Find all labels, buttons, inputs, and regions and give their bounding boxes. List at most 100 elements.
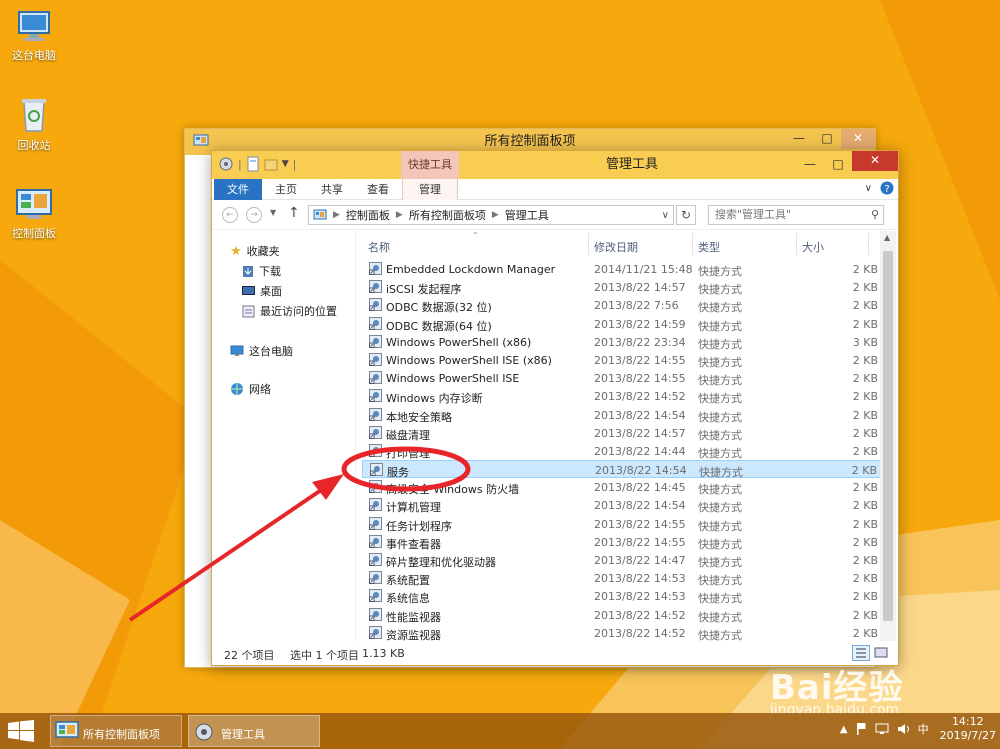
scroll-up-icon[interactable]: ▲ (884, 233, 890, 242)
table-row[interactable]: iSCSI 发起程序 2013/8/22 14:57 快捷方式 2 KB (362, 278, 882, 296)
nav-item-recent-places[interactable]: 最近访问的位置 (242, 303, 337, 319)
taskbar-button-control-panel[interactable]: 所有控制面板项 (50, 715, 182, 747)
nav-favorites[interactable]: ★ 收藏夹 (230, 243, 280, 259)
minimize-button[interactable]: — (785, 129, 813, 149)
minimize-button[interactable]: — (796, 155, 824, 175)
properties-icon[interactable] (246, 156, 260, 172)
action-center-flag-icon[interactable] (855, 722, 867, 736)
status-item-count: 22 个项目 (224, 649, 275, 662)
tab-home[interactable]: 主页 (268, 179, 304, 200)
chevron-right-icon: ▶ (333, 210, 340, 220)
close-button[interactable]: ✕ (852, 151, 898, 171)
back-button[interactable]: ← (222, 207, 238, 223)
nav-item-label: 最近访问的位置 (260, 305, 337, 318)
breadcrumb-all-items[interactable]: 所有控制面板项 (409, 207, 486, 223)
explorer-window-admin-tools[interactable]: | ▼ | 快捷工具 管理工具 — □ ✕ 文件 主页 共享 查看 管理 ∨ ? (211, 150, 899, 666)
table-row[interactable]: 碎片整理和优化驱动器 2013/8/22 14:47 快捷方式 2 KB (362, 551, 882, 569)
table-row[interactable]: 性能监视器 2013/8/22 14:52 快捷方式 2 KB (362, 606, 882, 624)
desktop-icon-recycle-bin[interactable]: 回收站 (2, 96, 66, 153)
file-date: 2013/8/22 14:47 (594, 554, 686, 567)
table-row[interactable]: Windows PowerShell (x86) 2013/8/22 23:34 快… (362, 333, 882, 351)
table-row[interactable]: 资源监视器 2013/8/22 14:52 快捷方式 2 KB (362, 624, 882, 642)
tab-view[interactable]: 查看 (360, 179, 396, 200)
column-divider[interactable] (692, 233, 693, 255)
recent-locations-icon[interactable]: ▼ (270, 208, 276, 217)
file-date: 2013/8/22 14:53 (594, 572, 686, 586)
tab-file[interactable]: 文件 (214, 179, 262, 200)
network-tray-icon[interactable] (874, 723, 890, 735)
nav-item-desktop[interactable]: 桌面 (242, 283, 282, 299)
breadcrumb-control-panel[interactable]: 控制面板 (346, 207, 390, 223)
close-button[interactable]: ✕ (841, 129, 875, 149)
clock[interactable]: 14:12 2019/7/27 (940, 715, 996, 743)
desktop-icon-control-panel[interactable]: 控制面板 (2, 188, 66, 241)
show-hidden-icons-icon[interactable]: ▲ (840, 724, 848, 735)
table-row[interactable]: ODBC 数据源(64 位) 2013/8/22 14:59 快捷方式 2 KB (362, 315, 882, 333)
refresh-button[interactable]: ↻ (676, 205, 696, 225)
file-name: 事件查看器 (386, 537, 441, 551)
expand-ribbon-icon[interactable]: ∨ (865, 183, 872, 194)
file-name: 性能监视器 (386, 610, 441, 624)
table-row[interactable]: 任务计划程序 2013/8/22 14:55 快捷方式 2 KB (362, 515, 882, 533)
table-row[interactable]: 高级安全 Windows 防火墙 2013/8/22 14:45 快捷方式 2 KB (362, 478, 882, 496)
system-tray: ▲ 中 14:12 2019/7/27 (840, 715, 996, 743)
file-size: 2 KB (852, 517, 878, 531)
column-header-type[interactable]: 类型 (698, 239, 720, 255)
table-row[interactable]: Windows PowerShell ISE 2013/8/22 14:55 快捷方… (362, 369, 882, 387)
table-row[interactable]: 事件查看器 2013/8/22 14:55 快捷方式 2 KB (362, 533, 882, 551)
ime-indicator[interactable]: 中 (918, 721, 929, 737)
shortcut-icon (369, 280, 382, 294)
table-row[interactable]: ODBC 数据源(32 位) 2013/8/22 7:56 快捷方式 2 KB (362, 296, 882, 314)
column-divider[interactable] (796, 233, 797, 255)
file-name: 系统配置 (386, 574, 430, 588)
file-date: 2013/8/22 14:57 (594, 426, 686, 440)
recent-places-icon (242, 305, 255, 317)
taskbar: 所有控制面板项 管理工具 ▲ 中 14:12 2019/7/27 (0, 713, 1000, 749)
chevron-right-icon[interactable]: ▶ (396, 210, 403, 220)
nav-item-downloads[interactable]: 下载 (242, 263, 281, 279)
table-row[interactable]: 磁盘清理 2013/8/22 14:57 快捷方式 2 KB (362, 424, 882, 442)
table-row[interactable]: 系统信息 2013/8/22 14:53 快捷方式 2 KB (362, 587, 882, 605)
new-folder-icon[interactable] (264, 156, 278, 172)
scrollbar-thumb[interactable] (883, 251, 893, 621)
maximize-button[interactable]: □ (813, 129, 841, 149)
table-row[interactable]: Windows PowerShell ISE (x86) 2013/8/22 14… (362, 351, 882, 369)
table-row[interactable]: Windows 内存诊断 2013/8/22 14:52 快捷方式 2 KB (362, 387, 882, 405)
table-row-selected[interactable]: 服务 2013/8/22 14:54 快捷方式 2 KB (362, 460, 882, 479)
chevron-right-icon[interactable]: ▶ (492, 210, 499, 220)
nav-network[interactable]: 网络 (230, 381, 271, 397)
chevron-down-icon[interactable]: ∨ (662, 210, 669, 221)
tab-manage[interactable]: 管理 (402, 179, 458, 200)
table-row[interactable]: Embedded Lockdown Manager 2014/11/21 15:4… (362, 260, 882, 278)
chevron-down-icon[interactable]: ▼ (282, 159, 289, 169)
table-row[interactable]: 打印管理 2013/8/22 14:44 快捷方式 2 KB (362, 442, 882, 460)
table-row[interactable]: 本地安全策略 2013/8/22 14:54 快捷方式 2 KB (362, 406, 882, 424)
table-row[interactable]: 计算机管理 2013/8/22 14:54 快捷方式 2 KB (362, 496, 882, 514)
tab-share[interactable]: 共享 (314, 179, 350, 200)
nav-this-pc[interactable]: 这台电脑 (230, 343, 293, 359)
column-header-size[interactable]: 大小 (802, 239, 824, 255)
file-date: 2013/8/22 7:56 (594, 299, 679, 313)
column-header-date[interactable]: 修改日期 (594, 239, 638, 255)
column-divider[interactable] (868, 233, 869, 255)
admin-tools-icon[interactable] (218, 156, 234, 172)
address-bar[interactable]: ▶ 控制面板 ▶ 所有控制面板项 ▶ 管理工具 ∨ (308, 205, 674, 225)
table-row[interactable]: 系统配置 2013/8/22 14:53 快捷方式 2 KB (362, 569, 882, 587)
search-input[interactable]: 搜索"管理工具" ⚲ (708, 205, 884, 225)
column-header-name[interactable]: 名称 (368, 239, 390, 255)
maximize-button[interactable]: □ (824, 155, 852, 175)
volume-icon[interactable] (897, 723, 911, 735)
taskbar-button-admin-tools[interactable]: 管理工具 (188, 715, 320, 747)
control-panel-icon (313, 209, 327, 220)
details-view-button[interactable] (852, 645, 870, 661)
desktop-icon-this-pc[interactable]: 这台电脑 (2, 8, 66, 63)
windows-logo-icon[interactable] (8, 720, 34, 742)
help-icon[interactable]: ? (880, 181, 894, 195)
file-date: 2013/8/22 14:52 (594, 626, 686, 640)
vertical-scrollbar[interactable]: ▲ (880, 231, 896, 641)
column-divider[interactable] (588, 233, 589, 255)
up-button[interactable]: ↑ (288, 205, 300, 221)
window-titlebar[interactable]: | ▼ | 快捷工具 管理工具 — □ ✕ (212, 151, 898, 179)
breadcrumb-admin-tools[interactable]: 管理工具 (505, 207, 549, 223)
forward-button[interactable]: → (246, 207, 262, 223)
